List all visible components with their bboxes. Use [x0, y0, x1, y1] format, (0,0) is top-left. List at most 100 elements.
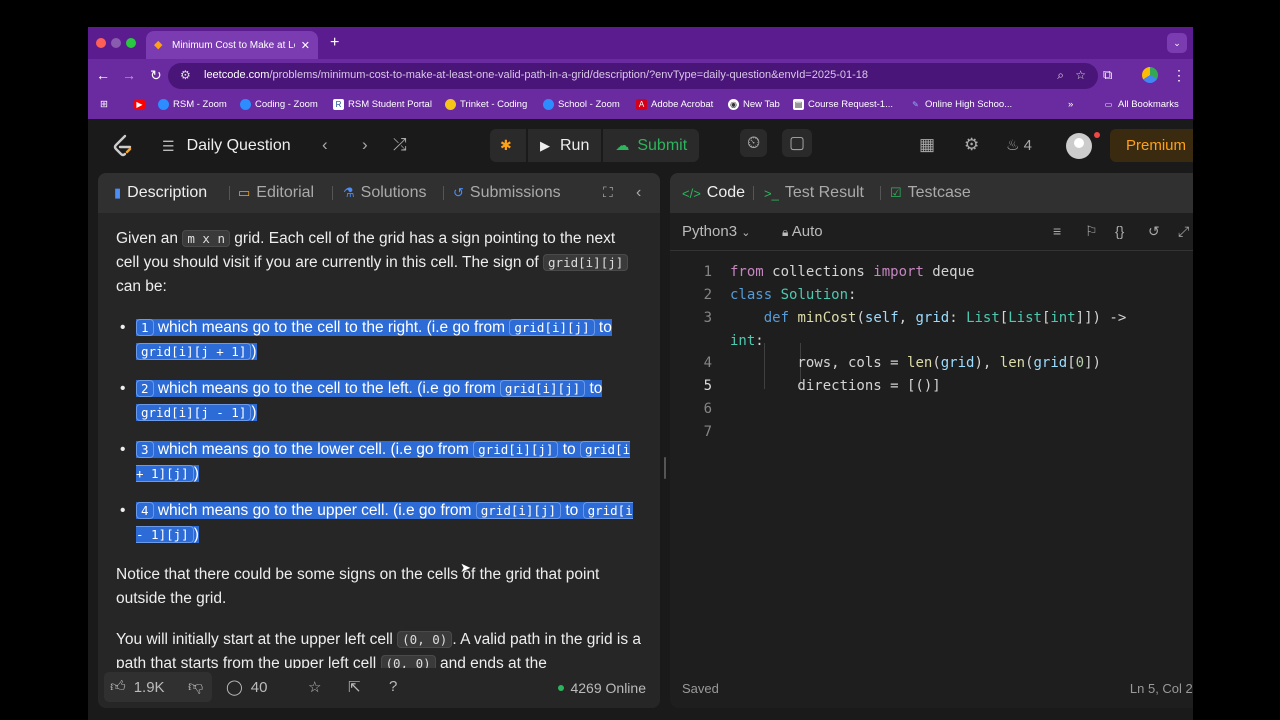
daily-question-link[interactable]: ☰ Daily Question	[162, 137, 291, 155]
checkbox-icon: ☑	[890, 185, 902, 200]
online-dot-icon	[558, 685, 565, 691]
dislike-button[interactable]: 👎︎	[188, 678, 211, 696]
code-line: def minCost(self, grid: List[List[int]])…	[763, 310, 1127, 326]
bookmark-course-request[interactable]: ▤ Course Request-1...	[793, 99, 893, 110]
line-number: 1	[703, 264, 712, 280]
comments-button[interactable]: ◯ 40	[226, 678, 267, 697]
panel-resize-handle[interactable]	[664, 457, 666, 479]
back-icon[interactable]: ←	[96, 67, 110, 83]
saved-status: Saved	[682, 681, 719, 696]
settings-gear-icon[interactable]: ⚙	[964, 135, 979, 155]
format-icon[interactable]: ≡	[1053, 223, 1061, 239]
tab-description[interactable]: ▮ Description	[114, 184, 207, 202]
description-icon: ▮	[114, 185, 122, 200]
bookmarks-bar: ⊞ ▶ RSM - Zoom Coding - Zoom R RSM Studen…	[88, 93, 1193, 119]
code-line: class Solution:	[730, 287, 857, 303]
tab-editorial[interactable]: ▭ Editorial	[238, 184, 314, 202]
tab-submissions[interactable]: ↺ Submissions	[453, 184, 561, 202]
close-window-button[interactable]	[96, 38, 106, 48]
pen-icon: ✎	[912, 100, 919, 109]
code-line: rows, cols = len(grid), len(grid[0])	[730, 355, 1101, 371]
timer-icon[interactable]: ⏲	[740, 129, 768, 157]
bookmark-adobe[interactable]: A Adobe Acrobat	[636, 99, 713, 110]
zoom-icon[interactable]: ⌕	[1057, 68, 1064, 83]
bookmark-school-zoom[interactable]: School - Zoom	[543, 99, 620, 110]
bookmark-online-high-school[interactable]: ✎ Online High Schoo...	[910, 99, 1012, 110]
close-tab-icon[interactable]: ✕	[301, 39, 310, 52]
leetcode-header: ☰ Daily Question ‹ › ⤮ ✱ ▶ Run ☁ Submit ⏲ …	[88, 119, 1193, 173]
streak-counter[interactable]: ♨ 4	[1006, 136, 1032, 154]
terminal-icon: >_	[764, 185, 779, 201]
editor-toolbar: Python3 ⌄ 🔒︎ Auto ≡ ⚐ {} ↺ ⤢	[670, 213, 1193, 251]
leetcode-favicon-icon: ◆	[154, 39, 163, 51]
site-info-icon[interactable]: ⚙	[180, 68, 191, 82]
address-bar[interactable]: ⚙ leetcode.com/problems/minimum-cost-to-…	[168, 63, 1098, 89]
tab-solutions[interactable]: ⚗ Solutions	[343, 184, 426, 202]
language-select[interactable]: Python3 ⌄	[682, 223, 750, 240]
trinket-icon	[445, 99, 456, 110]
layout-icon[interactable]: ▦	[919, 135, 935, 155]
bookmark-star-icon[interactable]: ☆	[1075, 68, 1086, 82]
extensions-icon[interactable]: ⧉	[1103, 67, 1112, 83]
description-panel: ▮ Description ▭ Editorial ⚗ Solutions ↺ Subm…	[98, 173, 660, 708]
daily-question-label: Daily Question	[186, 137, 291, 154]
run-button[interactable]: ▶ Run	[528, 129, 602, 162]
all-bookmarks[interactable]: ▭ All Bookmarks	[1103, 99, 1179, 110]
thumbs-up-icon: 👍︎	[110, 678, 126, 695]
reset-icon[interactable]: ↺	[1148, 223, 1160, 240]
minimize-window-button[interactable]	[111, 38, 121, 48]
code-editor[interactable]: 1 2 3 4 5 6 7 from collections import de…	[670, 252, 1193, 668]
notes-icon[interactable]: ▢	[782, 129, 813, 157]
reload-icon[interactable]: ↻	[150, 67, 162, 84]
zoom-icon	[543, 99, 554, 110]
leetcode-logo-icon[interactable]	[110, 133, 136, 159]
line-number: 6	[703, 401, 712, 417]
prev-question-icon[interactable]: ‹	[322, 135, 328, 155]
help-icon[interactable]: ?	[389, 678, 397, 695]
tab-test-result[interactable]: >_ Test Result	[764, 184, 864, 202]
premium-button[interactable]: Premium	[1110, 129, 1193, 162]
avatar[interactable]	[1066, 133, 1092, 159]
maximize-window-button[interactable]	[126, 38, 136, 48]
tab-search-icon[interactable]: ⌄	[1167, 33, 1187, 53]
bookmark-trinket[interactable]: Trinket - Coding	[445, 99, 527, 110]
code-tabs: </> Code >_ Test Result ☑ Testcase	[670, 173, 1193, 213]
code-panel: </> Code >_ Test Result ☑ Testcase Python3 …	[670, 173, 1193, 708]
apps-icon[interactable]: ⊞	[100, 99, 108, 110]
code-line: from collections import deque	[730, 264, 975, 280]
bookmark-new-tab[interactable]: ◉ New Tab	[728, 99, 780, 110]
bookmark-coding-zoom[interactable]: Coding - Zoom	[240, 99, 318, 110]
tab-code[interactable]: </> Code	[682, 184, 745, 202]
tab-testcase[interactable]: ☑ Testcase	[890, 184, 971, 202]
fullscreen-icon[interactable]: ⛶	[603, 184, 613, 201]
share-icon[interactable]: ⇱	[348, 678, 361, 696]
problem-description: Given an m x n grid. Each cell of the gr…	[116, 227, 642, 693]
braces-icon[interactable]: {}	[1115, 223, 1124, 239]
bookmark-icon[interactable]: ⚐	[1085, 223, 1098, 240]
favorite-star-icon[interactable]: ☆	[308, 678, 321, 696]
problem-list-icon: ☰	[162, 137, 175, 154]
tab-separator	[443, 186, 444, 200]
chrome-menu-icon[interactable]: ⋮	[1172, 67, 1186, 84]
submit-button[interactable]: ☁ Submit	[603, 129, 700, 162]
next-question-icon[interactable]: ›	[362, 135, 368, 155]
shuffle-icon[interactable]: ⤮	[393, 135, 407, 155]
chevron-down-icon: ⌄	[741, 227, 751, 239]
code-icon: </>	[682, 185, 701, 201]
expand-icon[interactable]: ⤢	[1178, 223, 1189, 240]
description-tabs: ▮ Description ▭ Editorial ⚗ Solutions ↺ Subm…	[98, 173, 660, 213]
bookmark-rsm-zoom[interactable]: RSM - Zoom	[158, 99, 227, 110]
forward-icon[interactable]: →	[122, 67, 136, 83]
new-tab-icon[interactable]: +	[330, 34, 339, 52]
debug-button[interactable]: ✱	[490, 129, 526, 162]
bookmark-youtube[interactable]: ▶	[134, 99, 149, 110]
auto-mode-toggle[interactable]: 🔒︎ Auto	[782, 223, 823, 240]
bookmark-rsm-portal[interactable]: R RSM Student Portal	[333, 99, 432, 110]
browser-tab[interactable]: ◆ Minimum Cost to Make at Lea ✕	[146, 31, 318, 59]
profile-icon[interactable]	[1142, 67, 1158, 83]
notification-dot	[1094, 132, 1100, 138]
like-button[interactable]: 👍︎ 1.9K	[110, 678, 165, 696]
list-item: 1 which means go to the cell to the righ…	[116, 316, 642, 364]
more-bookmarks-icon[interactable]: »	[1068, 99, 1073, 110]
collapse-panel-icon[interactable]: ‹	[636, 184, 641, 202]
